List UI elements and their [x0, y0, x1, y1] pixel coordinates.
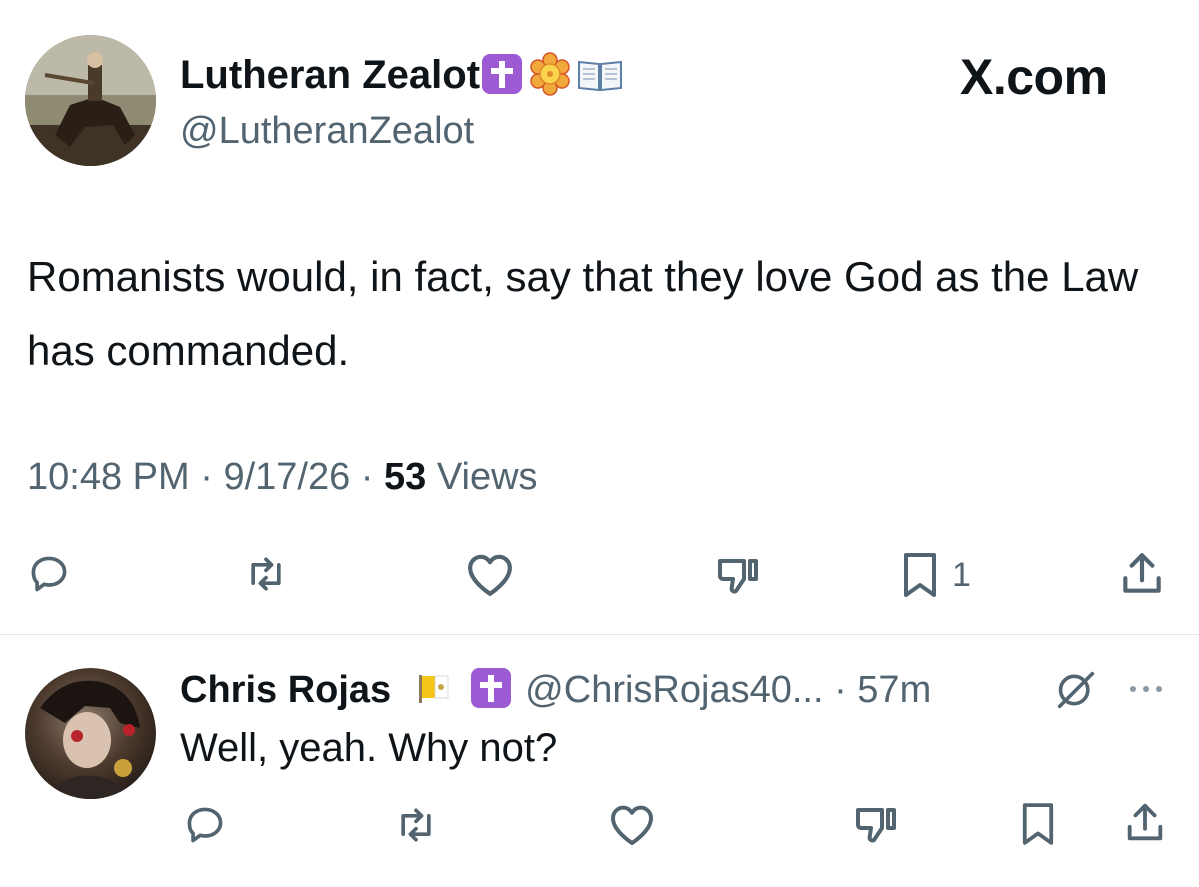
tweet-date[interactable]: 9/17/26: [223, 456, 350, 498]
more-options-icon[interactable]: [1127, 682, 1167, 701]
author-name[interactable]: Lutheran Zealot: [180, 52, 624, 97]
reply-bookmark-button[interactable]: [1021, 801, 1055, 847]
reply-header: Chris Rojas @ChrisRojas40... · 57m: [180, 668, 931, 712]
author-handle[interactable]: @LutheranZealot: [180, 110, 474, 152]
thumbs-down-icon: [718, 559, 758, 594]
reply-like-button[interactable]: [607, 803, 657, 847]
tweet-time[interactable]: 10:48 PM: [27, 456, 190, 498]
reply-author-avatar[interactable]: [25, 668, 156, 799]
repost-button[interactable]: [243, 552, 289, 596]
heart-icon: [611, 805, 653, 845]
latin-cross-emoji-icon: [482, 54, 523, 94]
meta-separator: ·: [200, 456, 213, 498]
reply-icon: [187, 807, 223, 843]
reply-separator: ·: [834, 669, 847, 711]
views-count: 53: [384, 456, 427, 498]
reply-time[interactable]: 57m: [857, 669, 931, 711]
share-icon: [1123, 553, 1161, 593]
x-com-watermark: X.com: [960, 49, 1108, 105]
heart-icon: [468, 554, 512, 596]
author-avatar[interactable]: [25, 35, 156, 166]
grok-icon[interactable]: [1054, 670, 1098, 715]
repost-icon: [401, 808, 431, 842]
share-icon: [1127, 803, 1163, 841]
bookmark-button[interactable]: 1: [902, 551, 971, 599]
reply-share-button[interactable]: [1122, 798, 1168, 848]
reply-button[interactable]: [27, 552, 71, 596]
tweet-meta: 10:48 PM · 9/17/26 · 53 Views: [27, 455, 538, 499]
meta-separator: ·: [360, 456, 374, 498]
reply-repost-button[interactable]: [393, 803, 439, 847]
bookmark-icon: [1022, 803, 1054, 845]
divider: [0, 634, 1199, 635]
vatican-flag-emoji-icon: [417, 670, 451, 703]
repost-icon: [251, 557, 281, 591]
share-button[interactable]: [1117, 548, 1167, 600]
reply-author-name[interactable]: Chris Rojas: [180, 669, 391, 711]
like-button[interactable]: [464, 552, 516, 598]
latin-cross-emoji-icon: [471, 668, 512, 708]
views-label: Views: [436, 456, 538, 498]
reply-text: Well, yeah. Why not?: [180, 726, 558, 770]
reply-icon: [31, 556, 67, 592]
tweet-text: Romanists would, in fact, say that they …: [27, 253, 1139, 374]
thumbs-down-icon: [856, 808, 896, 843]
open-book-emoji-icon: [576, 54, 624, 94]
author-name-text[interactable]: Lutheran Zealot: [180, 53, 480, 97]
reply-dislike-button[interactable]: [851, 800, 901, 848]
bookmark-icon: [904, 553, 936, 597]
reply-reply-button[interactable]: [183, 803, 227, 847]
reply-author-handle[interactable]: @ChrisRojas40...: [525, 669, 823, 711]
dislike-button[interactable]: [713, 551, 763, 599]
rosette-emoji-icon: [528, 52, 572, 96]
bookmark-count: 1: [952, 555, 971, 594]
